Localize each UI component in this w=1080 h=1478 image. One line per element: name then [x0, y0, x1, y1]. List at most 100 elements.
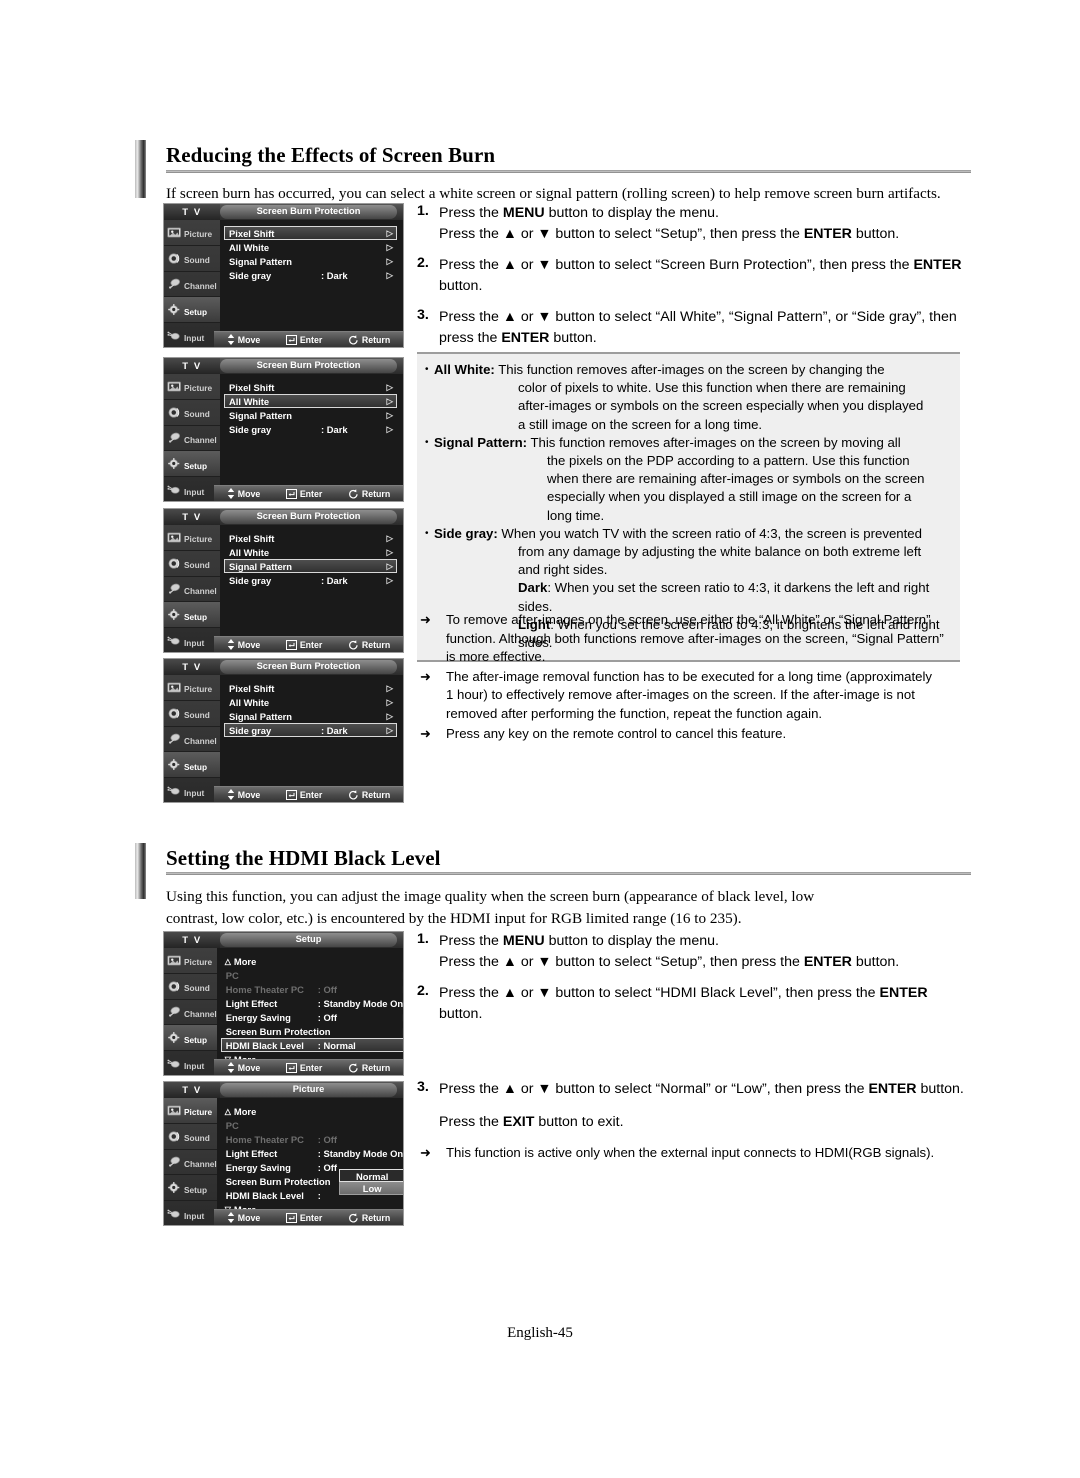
- osd-sidebar-item-sound[interactable]: Sound: [164, 246, 220, 272]
- osd-menu-row[interactable]: Pixel Shift ▷: [224, 380, 397, 394]
- tv-menu-panel-picture[interactable]: T V Picture Picture Sound Channel Setup …: [163, 1081, 404, 1226]
- osd-menu-row[interactable]: Home Theater PC : Off: [221, 1132, 403, 1146]
- step-text: Press the MENU button to display the men…: [439, 931, 899, 972]
- return-arrow-icon: [348, 1212, 358, 1222]
- osd-sidebar-item-picture[interactable]: Picture: [164, 948, 217, 974]
- osd-menu-row[interactable]: Signal Pattern ▷: [224, 709, 397, 723]
- osd-sidebar-item-setup[interactable]: Setup: [164, 1025, 217, 1052]
- enter-key-icon: [285, 334, 297, 345]
- osd-help-move[interactable]: Move: [227, 1062, 260, 1073]
- osd-sidebar-item-input[interactable]: Input: [164, 778, 220, 802]
- osd-sidebar-item-channel[interactable]: Channel: [164, 1000, 217, 1026]
- osd-help-return[interactable]: Return: [348, 640, 390, 650]
- osd-main: Pixel Shift ▷ All White ▷ Signal Pattern…: [220, 220, 403, 347]
- osd-menu-row[interactable]: Signal Pattern ▷: [224, 408, 397, 422]
- osd-dropdown-option-selected[interactable]: Normal: [339, 1169, 403, 1182]
- osd-sidebar-item-setup[interactable]: Setup: [164, 752, 220, 779]
- osd-menu-row[interactable]: Side gray : Dark ▷: [224, 422, 397, 436]
- step-text-part: Press the ▲ or ▼ button to select “Setup…: [439, 953, 804, 970]
- osd-help-move[interactable]: Move: [227, 1212, 260, 1223]
- osd-menu-row[interactable]: All White ▷: [224, 545, 397, 559]
- osd-sidebar-item-picture[interactable]: Picture: [164, 1098, 217, 1124]
- tv-menu-panel-2[interactable]: T V Screen Burn Protection Picture Sound…: [163, 357, 404, 502]
- osd-menu-row[interactable]: Side gray : Dark ▷: [224, 573, 397, 587]
- osd-sidebar-label: Channel: [184, 735, 217, 746]
- osd-menu-row[interactable]: All White ▷: [224, 394, 397, 408]
- osd-sidebar-item-picture[interactable]: Picture: [164, 220, 220, 246]
- note-item: ➜ Press any key on the remote control to…: [420, 725, 960, 744]
- osd-help-move[interactable]: Move: [227, 639, 260, 650]
- osd-menu-row[interactable]: Home Theater PC : Off ▶: [221, 982, 403, 996]
- osd-help-enter[interactable]: Enter: [285, 334, 322, 345]
- osd-sidebar-item-sound[interactable]: Sound: [164, 551, 220, 577]
- osd-menu-row[interactable]: Signal Pattern ▷: [224, 559, 397, 573]
- osd-help-enter[interactable]: Enter: [285, 488, 322, 499]
- osd-menu-row[interactable]: All White ▷: [224, 240, 397, 254]
- osd-sidebar-item-input[interactable]: Input: [164, 323, 220, 347]
- osd-sidebar-item-picture[interactable]: Picture: [164, 675, 220, 701]
- osd-sidebar-item-setup[interactable]: Setup: [164, 297, 220, 324]
- osd-sidebar-item-picture[interactable]: Picture: [164, 374, 220, 400]
- osd-help-enter[interactable]: Enter: [285, 1062, 322, 1073]
- osd-sidebar-item-channel[interactable]: Channel: [164, 727, 220, 753]
- osd-sidebar-item-picture[interactable]: Picture: [164, 525, 220, 551]
- osd-help-enter[interactable]: Enter: [285, 789, 322, 800]
- osd-sidebar-item-channel[interactable]: Channel: [164, 426, 220, 452]
- osd-help-enter[interactable]: Enter: [285, 639, 322, 650]
- osd-menu-row[interactable]: Pixel Shift ▷: [224, 531, 397, 545]
- osd-menu-row[interactable]: Screen Burn Protection ▷: [221, 1024, 403, 1038]
- osd-sidebar-item-setup[interactable]: Setup: [164, 1175, 217, 1202]
- chevron-right-icon: ▷: [386, 395, 393, 406]
- osd-sidebar-item-input[interactable]: Input: [164, 1051, 217, 1075]
- osd-sidebar-item-sound[interactable]: Sound: [164, 1124, 217, 1150]
- tv-menu-panel-1[interactable]: T V Screen Burn Protection Picture Sound…: [163, 203, 404, 348]
- osd-sidebar-item-setup[interactable]: Setup: [164, 451, 220, 478]
- description-continuation: and right sides.: [518, 562, 608, 578]
- osd-sidebar-item-input[interactable]: Input: [164, 628, 220, 652]
- tv-menu-panel-setup[interactable]: T V Setup Picture Sound Channel Setup In…: [163, 931, 404, 1076]
- osd-sidebar-item-sound[interactable]: Sound: [164, 701, 220, 727]
- osd-help-enter[interactable]: Enter: [285, 1212, 322, 1223]
- osd-titlebar: T V Picture: [164, 1082, 403, 1098]
- osd-help-return[interactable]: Return: [348, 1063, 390, 1073]
- osd-more-up[interactable]: △ More: [221, 954, 403, 968]
- osd-sidebar-item-sound[interactable]: Sound: [164, 400, 220, 426]
- osd-sidebar-item-channel[interactable]: Channel: [164, 577, 220, 603]
- osd-menu-row[interactable]: Light Effect : Standby Mode On ▷: [221, 996, 403, 1010]
- osd-sidebar-item-setup[interactable]: Setup: [164, 602, 220, 629]
- osd-title-wrap: Screen Burn Protection: [220, 204, 403, 220]
- tv-menu-panel-3[interactable]: T V Screen Burn Protection Picture Sound…: [163, 508, 404, 653]
- osd-dropdown[interactable]: Normal Low: [339, 1169, 403, 1195]
- osd-row-label: All White: [229, 395, 270, 407]
- osd-help-move[interactable]: Move: [227, 334, 260, 345]
- description-body: Signal Pattern: This function removes af…: [434, 434, 901, 450]
- osd-menu-row[interactable]: PC ▶: [221, 968, 403, 982]
- osd-sidebar-item-input[interactable]: Input: [164, 1201, 217, 1225]
- osd-menu-row[interactable]: HDMI Black Level : Normal ▷: [220, 1038, 404, 1052]
- osd-menu-row[interactable]: Signal Pattern ▷: [224, 254, 397, 268]
- osd-help-return[interactable]: Return: [348, 489, 390, 499]
- osd-dropdown-option[interactable]: Low: [339, 1182, 403, 1195]
- osd-menu-row[interactable]: Energy Saving : Off ▷: [221, 1010, 403, 1024]
- bullet-icon: •: [425, 436, 429, 448]
- osd-help-return[interactable]: Return: [348, 1213, 390, 1223]
- osd-more-up[interactable]: △ More: [221, 1104, 403, 1118]
- osd-sidebar-item-channel[interactable]: Channel: [164, 272, 220, 298]
- osd-sidebar-item-sound[interactable]: Sound: [164, 974, 217, 1000]
- osd-menu-row[interactable]: Pixel Shift ▷: [224, 681, 397, 695]
- osd-menu-row[interactable]: Side gray : Dark ▷: [224, 723, 397, 737]
- osd-menu-row[interactable]: Pixel Shift ▷: [224, 226, 397, 240]
- osd-sidebar-item-input[interactable]: Input: [164, 477, 220, 501]
- osd-menu-row[interactable]: PC: [221, 1118, 403, 1132]
- osd-menu-row[interactable]: All White ▷: [224, 695, 397, 709]
- chevron-right-icon: ▷: [403, 1040, 404, 1051]
- picture-icon: [167, 1105, 181, 1116]
- osd-help-move[interactable]: Move: [227, 488, 260, 499]
- tv-menu-panel-4[interactable]: T V Screen Burn Protection Picture Sound…: [163, 658, 404, 803]
- osd-menu-row[interactable]: Light Effect : Standby Mode On: [221, 1146, 403, 1160]
- osd-help-return[interactable]: Return: [348, 335, 390, 345]
- osd-help-return[interactable]: Return: [348, 790, 390, 800]
- osd-sidebar-item-channel[interactable]: Channel: [164, 1150, 217, 1176]
- osd-menu-row[interactable]: Side gray : Dark ▷: [224, 268, 397, 282]
- osd-help-move[interactable]: Move: [227, 789, 260, 800]
